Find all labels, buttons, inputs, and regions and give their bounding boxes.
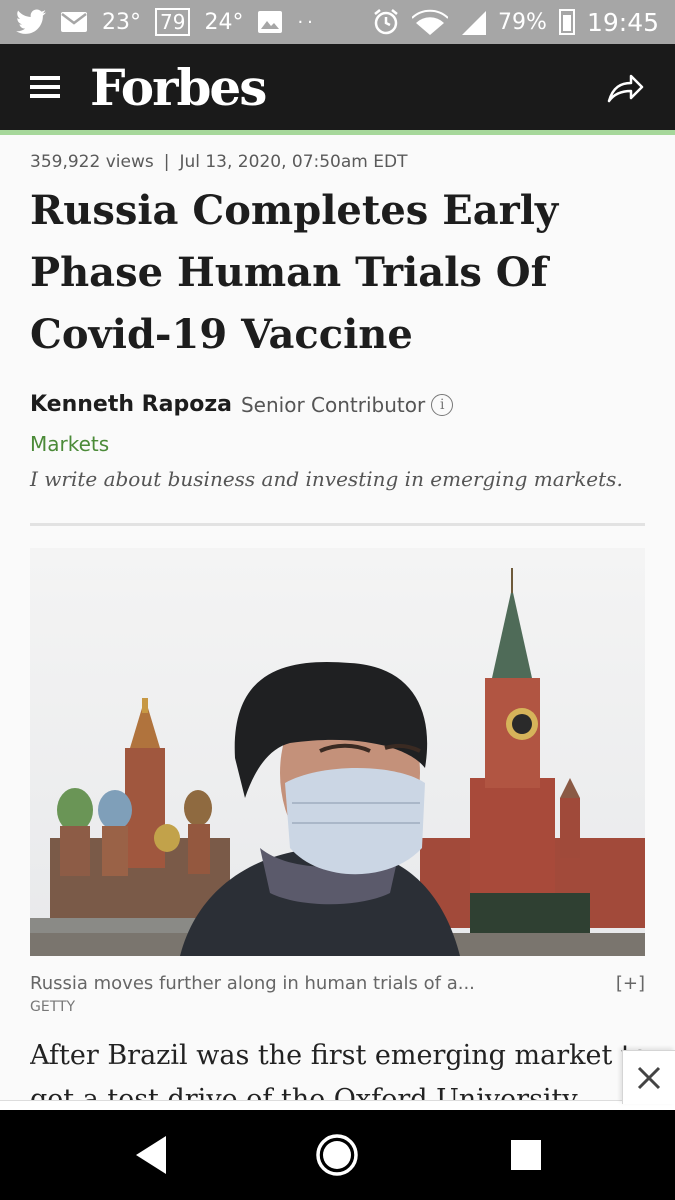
battery-icon [558,9,575,35]
wifi-icon [412,9,449,35]
back-icon[interactable] [128,1132,174,1178]
caption-text: Russia moves further along in human tria… [30,973,475,994]
article-body: After Brazil was the first emerging mark… [30,1034,645,1100]
meta-separator: | [163,152,170,172]
author-bio: I write about business and investing in … [30,467,623,491]
mail-icon [61,12,87,32]
header-accent-rule [0,130,675,135]
twitter-icon [16,9,46,34]
image-icon [258,11,283,33]
expand-caption-button[interactable]: [+] [616,973,645,994]
alarm-icon [374,9,398,35]
photo-credit: GETTY [30,999,76,1015]
divider [30,523,645,526]
signal-icon [462,11,487,35]
author-name[interactable]: Kenneth Rapoza [30,392,232,417]
info-icon[interactable]: i [431,393,454,416]
notification-dots: ·· [297,11,317,33]
weather-now: 23° [102,9,141,35]
section-link[interactable]: Markets [30,432,109,456]
photo-caption: Russia moves further along in human tria… [30,973,645,994]
article-title: Russia Completes Early Phase Human Trial… [30,187,559,358]
body-paragraph: After Brazil was the first emerging mark… [30,1040,645,1100]
calendar-badge: 79 [155,8,191,36]
battery-level: 79% [498,9,547,35]
view-count: 359,922 views [30,152,154,172]
menu-icon[interactable] [30,76,60,98]
forbes-logo[interactable]: Forbes [90,58,267,117]
publish-date: Jul 13, 2020, 07:50am EDT [179,152,408,172]
recents-icon[interactable] [503,1132,549,1178]
weather-high: 24° [204,9,244,35]
system-nav-bar [0,1110,675,1200]
close-ad-button[interactable] [622,1050,675,1104]
site-header: Forbes [0,44,675,130]
status-bar: 23° 79 24° ·· 79% 19:45 [0,0,675,44]
ad-banner[interactable] [0,1100,675,1110]
byline: Kenneth Rapoza Senior Contributor i [30,392,454,417]
close-icon [637,1066,661,1089]
article-meta: 359,922 views | Jul 13, 2020, 07:50am EDT [30,152,407,172]
author-role: Senior Contributor [240,392,426,417]
home-icon[interactable] [314,1132,360,1178]
article-photo[interactable] [30,548,645,956]
clock: 19:45 [586,7,659,37]
share-icon[interactable] [605,67,645,107]
